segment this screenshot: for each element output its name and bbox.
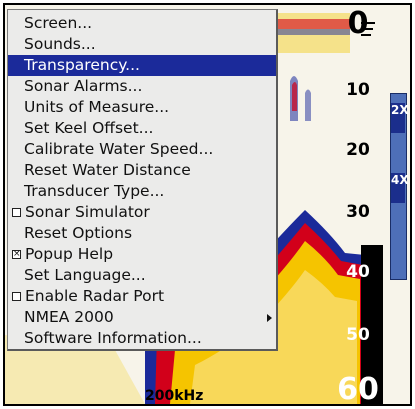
settings-menu: Screen... Sounds... Transparency... Sona…	[7, 9, 278, 351]
depth-label-20: 20	[346, 140, 370, 160]
menu-item-label: Sounds...	[24, 35, 96, 53]
frequency-label: 200kHz	[145, 388, 204, 404]
checkbox-unchecked-icon[interactable]	[12, 208, 21, 217]
menu-item-label: Popup Help	[25, 245, 114, 263]
menu-item-label: Software Information...	[24, 329, 202, 347]
checkbox-unchecked-icon[interactable]	[12, 292, 21, 301]
menu-item-label: Units of Measure...	[24, 98, 170, 116]
depth-label-30: 30	[346, 202, 370, 222]
depth-label-0: 0	[347, 6, 369, 41]
menu-item-label: Sonar Simulator	[25, 203, 150, 221]
menu-item-nmea-2000[interactable]: NMEA 2000	[8, 307, 276, 328]
depth-label-60: 60	[337, 372, 379, 405]
menu-item-software-information[interactable]: Software Information...	[8, 328, 276, 349]
menu-item-label: Enable Radar Port	[25, 287, 165, 305]
depth-label-10: 10	[346, 80, 370, 100]
menu-item-label: Sonar Alarms...	[24, 77, 143, 95]
menu-item-label: Screen...	[24, 14, 93, 32]
sonar-display-frame: 0 10 20 30 40 50 60 200kHz 2X 4X Screen.…	[3, 3, 412, 406]
menu-item-screen[interactable]: Screen...	[8, 13, 276, 34]
menu-item-set-language[interactable]: Set Language...	[8, 265, 276, 286]
submenu-arrow-icon	[267, 314, 272, 322]
checkbox-checked-icon[interactable]: ×	[12, 250, 21, 259]
depth-label-50: 50	[346, 325, 370, 345]
menu-item-reset-options[interactable]: Reset Options	[8, 223, 276, 244]
menu-item-transducer-type[interactable]: Transducer Type...	[8, 181, 276, 202]
menu-item-set-keel-offset[interactable]: Set Keel Offset...	[8, 118, 276, 139]
menu-item-label: Reset Water Distance	[24, 161, 191, 179]
menu-item-sonar-simulator[interactable]: Sonar Simulator	[8, 202, 276, 223]
menu-item-reset-water-distance[interactable]: Reset Water Distance	[8, 160, 276, 181]
depth-label-40: 40	[346, 262, 370, 282]
menu-item-label: Transducer Type...	[24, 182, 165, 200]
menu-item-label: Calibrate Water Speed...	[24, 140, 214, 158]
menu-item-label: Reset Options	[24, 224, 133, 242]
menu-item-enable-radar-port[interactable]: Enable Radar Port	[8, 286, 276, 307]
menu-item-label: Transparency...	[24, 56, 140, 74]
menu-item-calibrate-water-speed[interactable]: Calibrate Water Speed...	[8, 139, 276, 160]
sonar-screen: 0 10 20 30 40 50 60 200kHz 2X 4X Screen.…	[5, 5, 410, 404]
zoom-label-4x: 4X	[391, 173, 409, 187]
menu-item-sonar-alarms[interactable]: Sonar Alarms...	[8, 76, 276, 97]
zoom-label-2x: 2X	[391, 103, 409, 117]
menu-item-label: Set Keel Offset...	[24, 119, 154, 137]
menu-item-label: NMEA 2000	[24, 308, 114, 326]
menu-item-transparency[interactable]: Transparency...	[8, 55, 276, 76]
menu-item-popup-help[interactable]: × Popup Help	[8, 244, 276, 265]
menu-item-units-of-measure[interactable]: Units of Measure...	[8, 97, 276, 118]
menu-item-sounds[interactable]: Sounds...	[8, 34, 276, 55]
menu-item-label: Set Language...	[24, 266, 146, 284]
